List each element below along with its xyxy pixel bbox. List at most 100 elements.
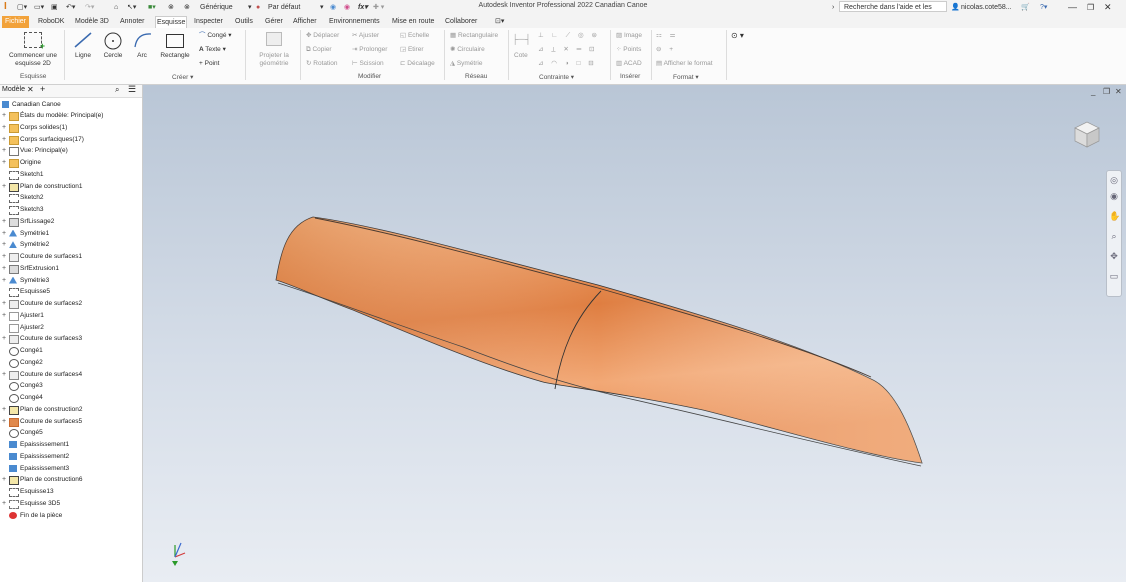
viewport-restore-icon[interactable]: ❐ (1103, 87, 1110, 96)
expand-icon[interactable]: + (2, 275, 8, 286)
arc-button[interactable]: Arc (130, 52, 154, 60)
expand-icon[interactable]: + (2, 298, 8, 309)
expand-icon[interactable]: + (2, 310, 8, 321)
browser-tab-label[interactable]: Modèle (2, 86, 25, 93)
trim-button[interactable]: ✂ Ajuster (352, 32, 379, 40)
browser-menu-icon[interactable]: ☰ (128, 84, 136, 95)
canoe-model[interactable] (143, 85, 1126, 582)
pan-icon[interactable]: ✋ (1109, 211, 1120, 221)
tab-collaborer[interactable]: Collaborer (444, 16, 478, 28)
fx-icon[interactable]: fx▾ (358, 2, 368, 13)
select-icon[interactable]: ↖▾ (127, 2, 136, 13)
expand-icon[interactable]: + (2, 110, 8, 121)
material-select[interactable]: Générique (200, 2, 252, 13)
orbit-icon[interactable]: ◉ (1109, 191, 1119, 201)
tab-outils[interactable]: Outils (234, 16, 254, 28)
expand-icon[interactable]: + (2, 157, 8, 168)
insert-acad-button[interactable]: ▥ ACAD (616, 60, 642, 68)
maximize-icon[interactable]: ❐ (1087, 2, 1094, 13)
start-sketch-button[interactable]: Commencer une esquisse 2D (6, 52, 60, 68)
redo-icon[interactable]: ↷▾ (85, 2, 94, 13)
tab-mise-en-route[interactable]: Mise en route (391, 16, 435, 28)
fillet-button[interactable]: ⌒ Congé ▾ (199, 32, 232, 40)
help-search-input[interactable]: Recherche dans l'aide et les com (839, 1, 947, 22)
move-button[interactable]: ✥ Déplacer (306, 32, 339, 40)
close-icon[interactable]: ✕ (1104, 2, 1112, 13)
constraint-icons-row3[interactable]: ⊿ ◠ ◑ □ ⊟ (538, 60, 597, 68)
expand-icon[interactable]: + (2, 181, 8, 192)
add-icon[interactable]: ✚ ▾ (373, 2, 384, 13)
dimension-icon[interactable]: ├─┤ (512, 34, 531, 46)
material-dropdown-icon[interactable]: ▾ (248, 2, 252, 13)
user-icon[interactable]: 👤 (951, 2, 960, 13)
expand-icon[interactable]: + (2, 263, 8, 274)
split-button[interactable]: ⊢ Scission (352, 60, 384, 68)
project-geometry-button[interactable]: Projeter la géométrie (250, 52, 298, 68)
tab-robodk[interactable]: RoboDK (37, 16, 65, 28)
viewport-minimize-icon[interactable]: _ (1091, 87, 1095, 96)
home-icon[interactable]: ⌂ (114, 2, 118, 13)
undo-icon[interactable]: ↶▾ (66, 2, 75, 13)
tab-gerer[interactable]: Gérer (264, 16, 284, 28)
expand-icon[interactable]: + (2, 134, 8, 145)
search-arrow-icon[interactable]: › (832, 2, 834, 13)
browser-search-icon[interactable]: ⌕ (115, 85, 119, 95)
tab-overflow-icon[interactable]: ⊡▾ (494, 16, 505, 28)
open-icon[interactable]: ▭▾ (34, 2, 44, 13)
appearance-dropdown-icon[interactable]: ▾ (320, 2, 324, 13)
new-file-icon[interactable]: ▢▾ (17, 2, 27, 13)
show-format-button[interactable]: ▤ Afficher le format (656, 60, 713, 68)
point-button[interactable]: + Point (199, 60, 219, 68)
circle-icon[interactable] (104, 32, 122, 50)
project-geometry-icon[interactable] (266, 32, 282, 46)
graphics-viewport[interactable]: _ ❐ ✕ ◎ ◉ ✋ ⌕ ✥ ▭ (143, 85, 1126, 582)
rect-pattern-button[interactable]: ▦ Rectangulaire (450, 32, 498, 40)
tab-annoter[interactable]: Annoter (119, 16, 146, 28)
expand-icon[interactable]: + (2, 251, 8, 262)
tab-inspecter[interactable]: Inspecter (193, 16, 224, 28)
steering-wheel-icon[interactable]: ◎ (1109, 175, 1119, 185)
expand-icon[interactable]: + (2, 474, 8, 485)
ribbon-options-icon[interactable]: ⊙ ▾ (731, 32, 744, 40)
expand-icon[interactable]: + (2, 416, 8, 427)
cart-icon[interactable]: 🛒 (1021, 2, 1030, 13)
circ-pattern-button[interactable]: ✺ Circulaire (450, 46, 485, 54)
insert-image-button[interactable]: ▨ Image (616, 32, 642, 40)
scale-button[interactable]: ◱ Echelle (400, 32, 429, 40)
app-logo-icon[interactable]: I (4, 1, 7, 12)
format-icons-row2[interactable]: ⊖ + (656, 46, 676, 54)
viewcube[interactable] (1071, 119, 1101, 149)
viewport-close-icon[interactable]: ✕ (1115, 87, 1122, 96)
expand-icon[interactable]: + (2, 216, 8, 227)
expand-icon[interactable]: + (2, 145, 8, 156)
stretch-button[interactable]: ◲ Etirer (400, 46, 423, 54)
material-icon[interactable]: ⊗ (184, 2, 190, 13)
appearance-icon[interactable]: ● (256, 2, 260, 13)
tab-fichier[interactable]: Fichier (2, 16, 30, 28)
arc-icon[interactable] (134, 32, 152, 48)
extend-button[interactable]: ⇥ Prolonger (352, 46, 387, 54)
expand-icon[interactable]: + (2, 404, 8, 415)
copy-button[interactable]: ⧉ Copier (306, 46, 332, 54)
mirror-button[interactable]: ◮ Symétrie (450, 60, 482, 68)
constraint-icons-row2[interactable]: ⊿ ⟂ ✕ ═ ⊡ (538, 46, 598, 54)
dimension-button[interactable]: Cote (514, 52, 528, 60)
minimize-icon[interactable]: — (1068, 2, 1077, 13)
navigation-bar[interactable]: ◎ ◉ ✋ ⌕ ✥ ▭ (1106, 170, 1122, 297)
expand-icon[interactable]: + (2, 498, 8, 509)
orbit-free-icon[interactable]: ✥ (1109, 251, 1119, 261)
tab-afficher[interactable]: Afficher (292, 16, 318, 28)
text-button[interactable]: A Texte ▾ (199, 46, 226, 54)
start-sketch-icon[interactable]: + (24, 32, 45, 51)
insert-points-button[interactable]: ⁘ Points (616, 46, 641, 54)
expand-icon[interactable]: + (2, 228, 8, 239)
tab-environnements[interactable]: Environnements (328, 16, 381, 28)
help-icon[interactable]: ?▾ (1040, 2, 1047, 13)
circle-button[interactable]: Cercle (100, 52, 126, 60)
update-icon[interactable]: ■▾ (148, 2, 156, 13)
appearance-select[interactable]: Par défaut (268, 2, 316, 13)
tab-modele-3d[interactable]: Modèle 3D (74, 16, 110, 28)
expand-icon[interactable]: + (2, 369, 8, 380)
rectangle-button[interactable]: Rectangle (156, 52, 194, 60)
user-name[interactable]: nicolas.cote58... (961, 2, 1012, 13)
